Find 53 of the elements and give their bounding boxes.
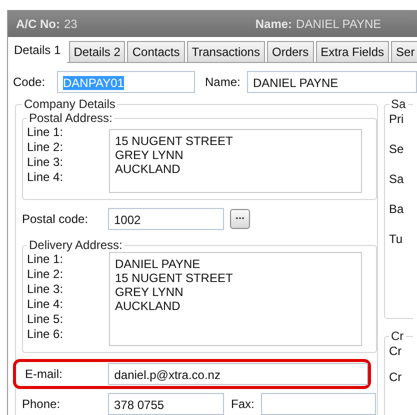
address-line: GREY LYNN (115, 148, 184, 162)
group-title: Sa (390, 97, 407, 111)
address-line: GREY LYNN (115, 285, 184, 299)
tab[interactable]: Contacts (127, 41, 185, 62)
field-label: Se (389, 141, 405, 158)
line-label: Line 3: (27, 282, 64, 297)
tab[interactable]: Transactions (186, 41, 265, 62)
postal-code-field[interactable]: 1002 (108, 208, 224, 230)
name-field[interactable]: DANIEL PAYNE (247, 71, 417, 93)
customer-name: DANIEL PAYNE (296, 16, 382, 30)
address-line: DANIEL PAYNE (115, 257, 202, 271)
field-label: Ba (389, 201, 405, 218)
group-title: Postal Address: (28, 111, 114, 125)
group-title: Delivery Address: (28, 238, 124, 252)
name-label: Name: (255, 16, 292, 30)
tab[interactable]: Details 2 (68, 41, 126, 62)
account-number: 23 (64, 16, 78, 30)
field-label: Tu (389, 231, 404, 248)
address-line: AUCKLAND (115, 162, 182, 176)
address-line: 15 NUGENT STREET (115, 271, 234, 285)
field-label: Code: (13, 75, 46, 89)
line-label: Line 2: (27, 267, 64, 282)
field-label: Pri (389, 111, 405, 128)
line-label: Line 3: (27, 155, 64, 170)
field-label: Cr (389, 343, 403, 360)
lookup-button[interactable]: ... (230, 209, 250, 229)
field-label: Phone: (22, 397, 62, 411)
tab[interactable]: Extra Fields (316, 41, 390, 62)
address-line: AUCKLAND (115, 299, 182, 313)
line-label: Line 1: (27, 125, 64, 140)
phone-field[interactable]: 378 0755 (108, 393, 224, 415)
address-line: 15 NUGENT STREET (115, 134, 234, 148)
tab[interactable]: Orders (266, 41, 314, 62)
line-label: Line 4: (27, 170, 64, 185)
field-label: Postal code: (22, 212, 90, 226)
group-title: Cr (390, 329, 405, 343)
line-label: Line 1: (27, 252, 64, 267)
field-label: Sa (389, 171, 405, 188)
line-label: Line 2: (27, 140, 64, 155)
field-label: Fax: (231, 397, 256, 411)
line-label: Line 5: (27, 312, 64, 327)
address-field[interactable]: DANIEL PAYNE 15 NUGENT STREET GREY LYNN AUCKLAND (109, 252, 362, 346)
email-field[interactable]: daniel.p@xtra.co.nz (108, 363, 368, 385)
line-label: Line 4: (27, 297, 64, 312)
field-label: Name: (205, 75, 242, 89)
address-field[interactable]: 15 NUGENT STREET GREY LYNN AUCKLAND (109, 129, 362, 193)
line-label: Line 6: (27, 327, 64, 342)
fax-field[interactable] (261, 393, 376, 415)
group-title: Company Details (23, 97, 116, 111)
field-label: Cr (389, 369, 403, 386)
tab[interactable]: Ser (391, 41, 417, 62)
account-label: A/C No: (16, 16, 60, 30)
field-label: E-mail: (25, 367, 64, 381)
